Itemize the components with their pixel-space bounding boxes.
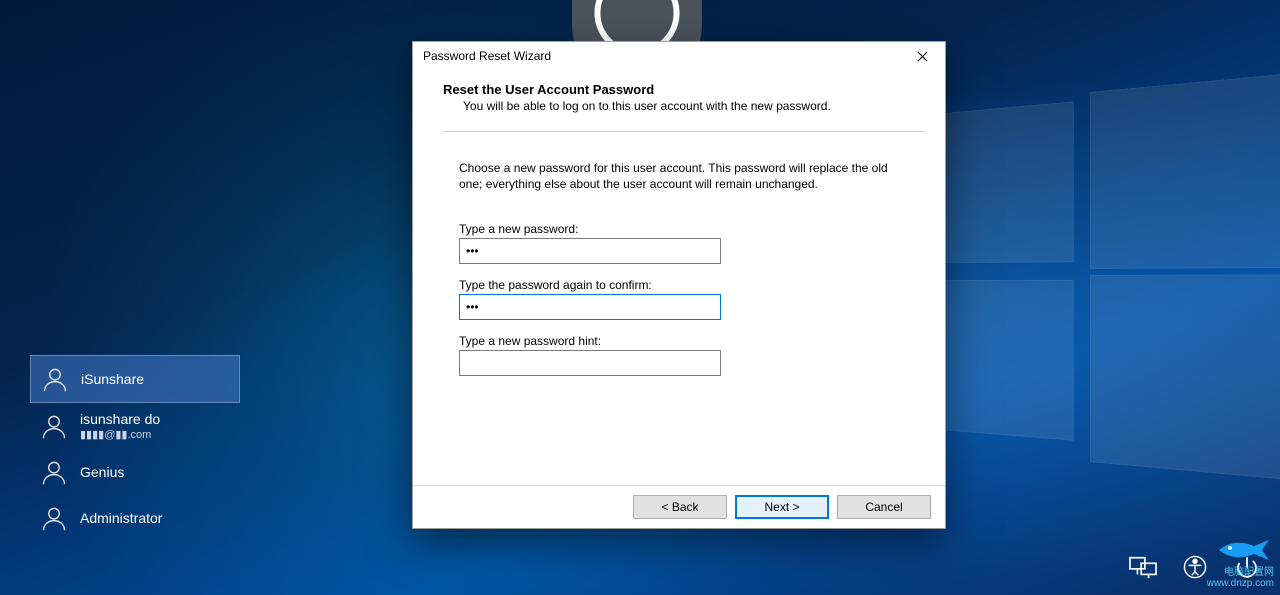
- account-email: ▮▮▮▮@▮▮.com: [80, 428, 160, 441]
- user-icon: [40, 412, 68, 440]
- password-hint-input[interactable]: [459, 350, 721, 376]
- account-item-genius[interactable]: Genius: [30, 449, 240, 495]
- watermark-line2: www.dnzp.com: [1207, 578, 1274, 589]
- close-icon: [917, 51, 928, 62]
- dialog-description: Choose a new password for this user acco…: [459, 160, 899, 192]
- close-button[interactable]: [899, 42, 945, 70]
- account-item-isunshare[interactable]: iSunshare: [30, 355, 240, 403]
- dialog-title: Password Reset Wizard: [423, 49, 551, 63]
- account-list: iSunshare isunshare do ▮▮▮▮@▮▮.com Geniu…: [30, 355, 240, 541]
- account-name-wrapper: isunshare do ▮▮▮▮@▮▮.com: [80, 411, 160, 441]
- password-reset-wizard-dialog: Password Reset Wizard Reset the User Acc…: [412, 41, 946, 529]
- user-icon: [40, 504, 68, 532]
- dialog-footer: < Back Next > Cancel: [413, 485, 945, 528]
- dialog-heading: Reset the User Account Password: [443, 82, 925, 97]
- user-icon: [41, 365, 69, 393]
- dialog-subheading: You will be able to log on to this user …: [463, 99, 925, 113]
- dialog-body: Choose a new password for this user acco…: [413, 132, 945, 376]
- account-name: Genius: [80, 464, 124, 480]
- user-icon: [40, 458, 68, 486]
- dialog-titlebar[interactable]: Password Reset Wizard: [413, 42, 945, 70]
- new-password-input[interactable]: [459, 238, 721, 264]
- network-icon[interactable]: [1128, 554, 1158, 585]
- cancel-button[interactable]: Cancel: [837, 495, 931, 519]
- watermark-line1: 电脑配置网: [1207, 567, 1274, 578]
- account-name: isunshare do: [80, 411, 160, 427]
- account-item-administrator[interactable]: Administrator: [30, 495, 240, 541]
- password-hint-label: Type a new password hint:: [459, 334, 899, 348]
- confirm-password-label: Type the password again to confirm:: [459, 278, 899, 292]
- windows-logo-background: [938, 84, 1269, 476]
- account-name: iSunshare: [81, 371, 144, 387]
- back-button[interactable]: < Back: [633, 495, 727, 519]
- watermark: 电脑配置网 www.dnzp.com: [1207, 536, 1274, 589]
- ease-of-access-icon[interactable]: [1180, 554, 1210, 585]
- next-button[interactable]: Next >: [735, 495, 829, 519]
- confirm-password-input[interactable]: [459, 294, 721, 320]
- fish-logo-icon: [1214, 536, 1274, 564]
- account-item-isunshare-do[interactable]: isunshare do ▮▮▮▮@▮▮.com: [30, 403, 240, 449]
- new-password-label: Type a new password:: [459, 222, 899, 236]
- account-name: Administrator: [80, 510, 162, 526]
